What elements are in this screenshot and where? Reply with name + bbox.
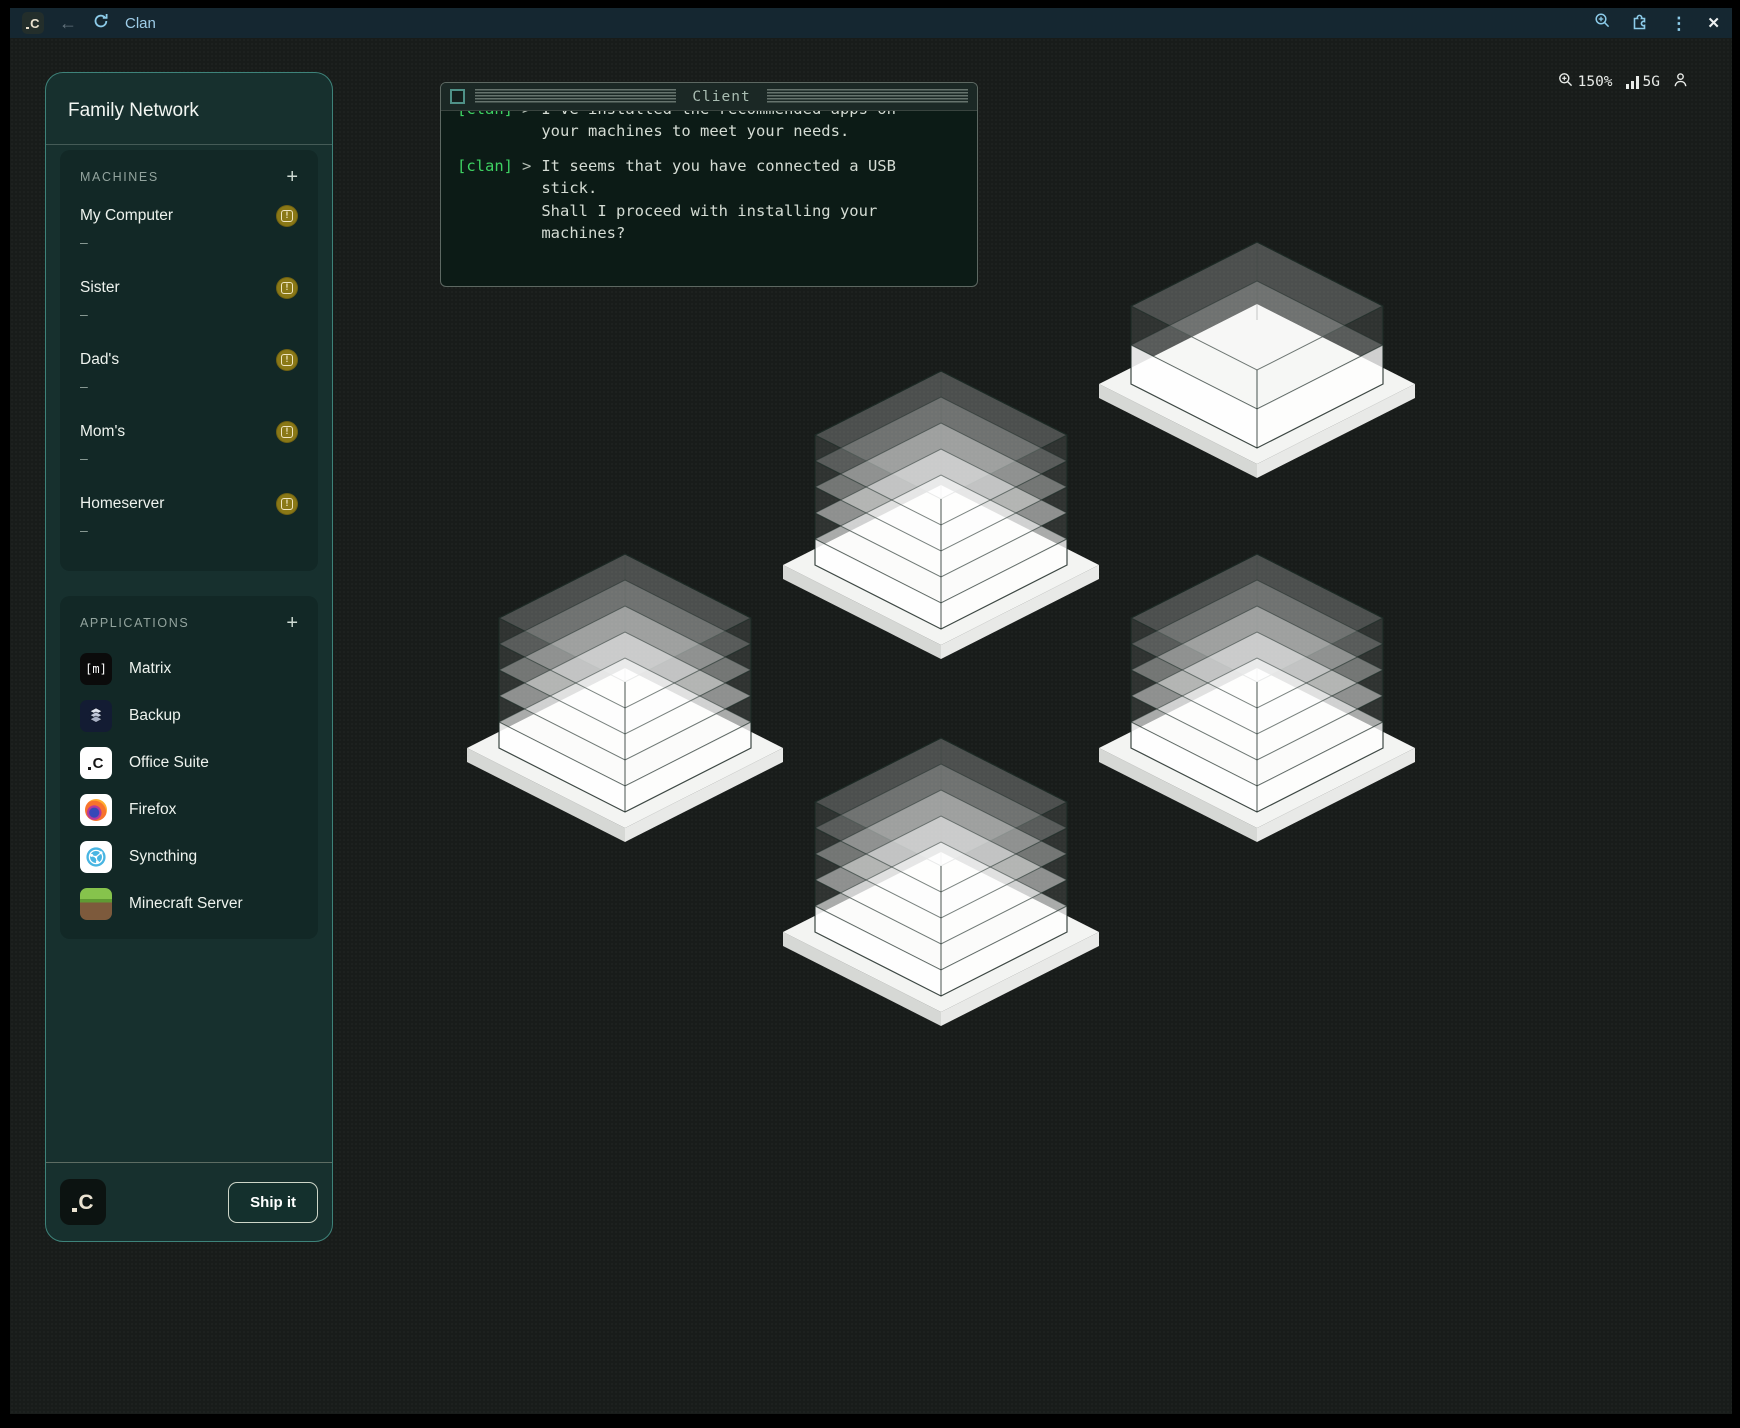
machine-name: Homeserver [80,495,298,513]
application-row[interactable]: Syncthing [80,841,298,873]
zoom-in-icon[interactable] [1594,12,1611,34]
tower-flat[interactable] [1097,239,1417,481]
extensions-icon[interactable] [1631,11,1650,35]
close-icon[interactable]: ✕ [1707,16,1720,31]
titlebar-stripes [475,89,676,104]
machines-card: MACHINES + My Computer – ! Sister – ! Da… [60,150,318,571]
machine-name: My Computer [80,207,298,225]
application-name: Syncthing [129,848,197,866]
alert-icon: ! [281,498,293,510]
tower-bottom[interactable] [781,735,1101,1029]
terminal-message-text: It seems that you have connected a USBst… [541,155,896,245]
zoom-level: 150% [1578,74,1613,90]
window-box-icon[interactable] [450,89,465,104]
status-cluster: 150% 5G [1558,72,1688,92]
titlebar-stripes [767,89,968,104]
warning-badge[interactable]: ! [276,421,298,443]
application-name: Backup [129,707,181,725]
application-row[interactable]: [m] Matrix [80,653,298,685]
matrix-icon: [m] [80,653,112,685]
sidebar-title: Family Network [46,73,332,145]
add-application-button[interactable]: + [286,613,298,633]
applications-card: APPLICATIONS + [m] Matrix Backup C Offic… [60,596,318,939]
application-row[interactable]: Minecraft Server [80,888,298,920]
warning-badge[interactable]: ! [276,205,298,227]
alert-icon: ! [281,426,293,438]
machine-name: Sister [80,279,298,297]
minecraft-icon [80,888,112,920]
warning-badge[interactable]: ! [276,349,298,371]
reload-icon[interactable] [92,12,110,35]
client-terminal-window: Client [clan] > I've installed the recom… [440,82,978,287]
syncthing-icon [80,841,112,873]
application-row[interactable]: C Office Suite [80,747,298,779]
add-machine-button[interactable]: + [286,167,298,187]
clan-favicon: C [22,12,44,34]
tab-title: Clan [125,15,156,32]
terminal-titlebar[interactable]: Client [441,83,977,111]
terminal-prompt-arrow: > [513,111,541,143]
machine-row[interactable]: Sister – ! [80,279,298,322]
application-row[interactable]: Firefox [80,794,298,826]
tower-left[interactable] [465,551,785,845]
ship-it-button[interactable]: Ship it [228,1182,318,1223]
back-icon[interactable]: ← [59,14,77,32]
terminal-prompt: [clan] [457,155,513,245]
machine-status: – [80,450,298,466]
terminal-title: Client [686,89,756,105]
warning-badge[interactable]: ! [276,493,298,515]
backup-icon [80,700,112,732]
user-icon[interactable] [1673,72,1688,92]
application-row[interactable]: Backup [80,700,298,732]
app-content: 150% 5G Client [clan] > I've installed t… [10,38,1732,1414]
office-suite-icon: C [80,747,112,779]
machine-row[interactable]: Dad's – ! [80,351,298,394]
warning-badge[interactable]: ! [276,277,298,299]
terminal-output: [clan] > I've installed the recommended … [441,111,977,287]
alert-icon: ! [281,282,293,294]
application-name: Matrix [129,660,171,678]
tower-top[interactable] [781,368,1101,662]
machine-status: – [80,378,298,394]
sidebar: Family Network MACHINES + My Computer – … [45,72,333,1242]
application-name: Office Suite [129,754,209,772]
terminal-message: [clan] > It seems that you have connecte… [457,155,961,245]
machines-header: MACHINES [80,170,159,184]
machine-row[interactable]: Mom's – ! [80,423,298,466]
sidebar-footer: C Ship it [46,1162,332,1241]
machine-name: Mom's [80,423,298,441]
clan-logo: C [60,1179,106,1225]
terminal-message-text: I've installed the recommended apps onyo… [541,111,896,143]
applications-list: [m] Matrix Backup C Office Suite Firefox [80,653,298,920]
alert-icon: ! [281,354,293,366]
firefox-icon [80,794,112,826]
terminal-prompt-arrow: > [513,155,541,245]
machine-row[interactable]: Homeserver – ! [80,495,298,538]
signal-icon [1626,76,1639,89]
machines-list: My Computer – ! Sister – ! Dad's – ! Mom… [80,207,298,538]
machine-row[interactable]: My Computer – ! [80,207,298,250]
browser-toolbar: C ← Clan ⋮ ✕ [10,8,1732,38]
network-label: 5G [1643,74,1660,90]
zoom-indicator-icon [1558,72,1574,92]
screen: { "browser": { "tab_title": "Clan" }, "s… [0,0,1740,1428]
application-name: Minecraft Server [129,895,243,913]
menu-kebab-icon[interactable]: ⋮ [1670,15,1687,32]
terminal-message: [clan] > I've installed the recommended … [457,111,961,143]
machine-name: Dad's [80,351,298,369]
tower-right[interactable] [1097,551,1417,845]
applications-header: APPLICATIONS [80,616,189,630]
application-name: Firefox [129,801,176,819]
machine-status: – [80,522,298,538]
alert-icon: ! [281,210,293,222]
machine-status: – [80,306,298,322]
terminal-prompt: [clan] [457,111,513,143]
machine-status: – [80,234,298,250]
